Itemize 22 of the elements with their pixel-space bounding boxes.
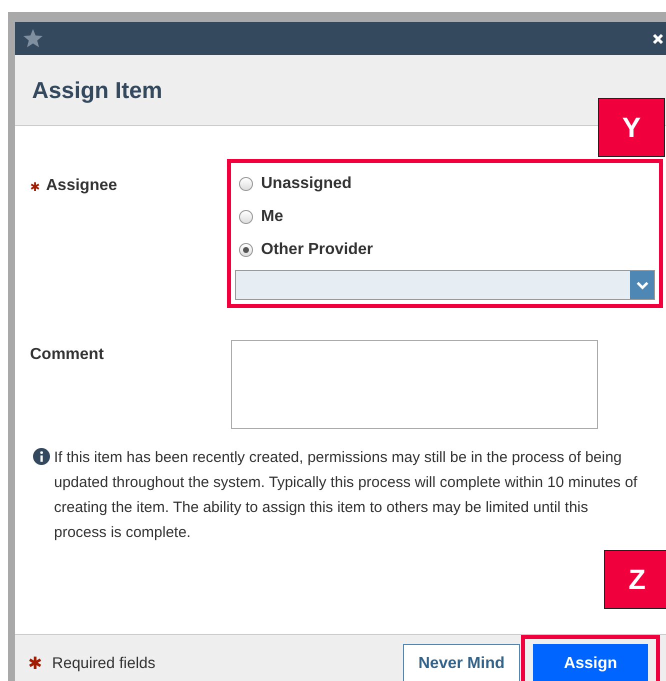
comment-field[interactable] — [231, 340, 598, 429]
radio-label[interactable]: Other Provider — [261, 240, 374, 258]
cancel-button[interactable]: Never Mind — [403, 644, 520, 681]
radio-button[interactable] — [239, 210, 253, 224]
chevron-down-icon — [636, 280, 648, 290]
required-note: Required fields — [52, 654, 156, 672]
required-asterisk: ✱ — [28, 653, 42, 674]
radio-label[interactable]: Me — [261, 208, 284, 226]
provider-dropdown[interactable] — [235, 270, 655, 300]
radio-label[interactable]: Unassigned — [261, 174, 352, 192]
field-label: Comment — [30, 346, 104, 364]
dialog-title: Assign Item — [32, 76, 162, 104]
callout-badge: Z — [604, 550, 666, 609]
callout-badge: Y — [598, 98, 665, 157]
required-asterisk: ✱ — [30, 179, 40, 194]
radio-button[interactable] — [239, 176, 253, 190]
info-icon — [33, 448, 50, 465]
radio-button[interactable] — [239, 242, 253, 256]
info-text: If this item has been recently created, permissions may still be in the process of being updated throughout the system. Typically this process will complete within 10 minutes of creating the item. The ability to assign this item to others may be limited until this process is complete. — [54, 448, 638, 543]
field-label: Assignee — [46, 177, 118, 195]
assign-button[interactable]: Assign — [533, 644, 648, 681]
close-icon[interactable] — [652, 32, 664, 44]
